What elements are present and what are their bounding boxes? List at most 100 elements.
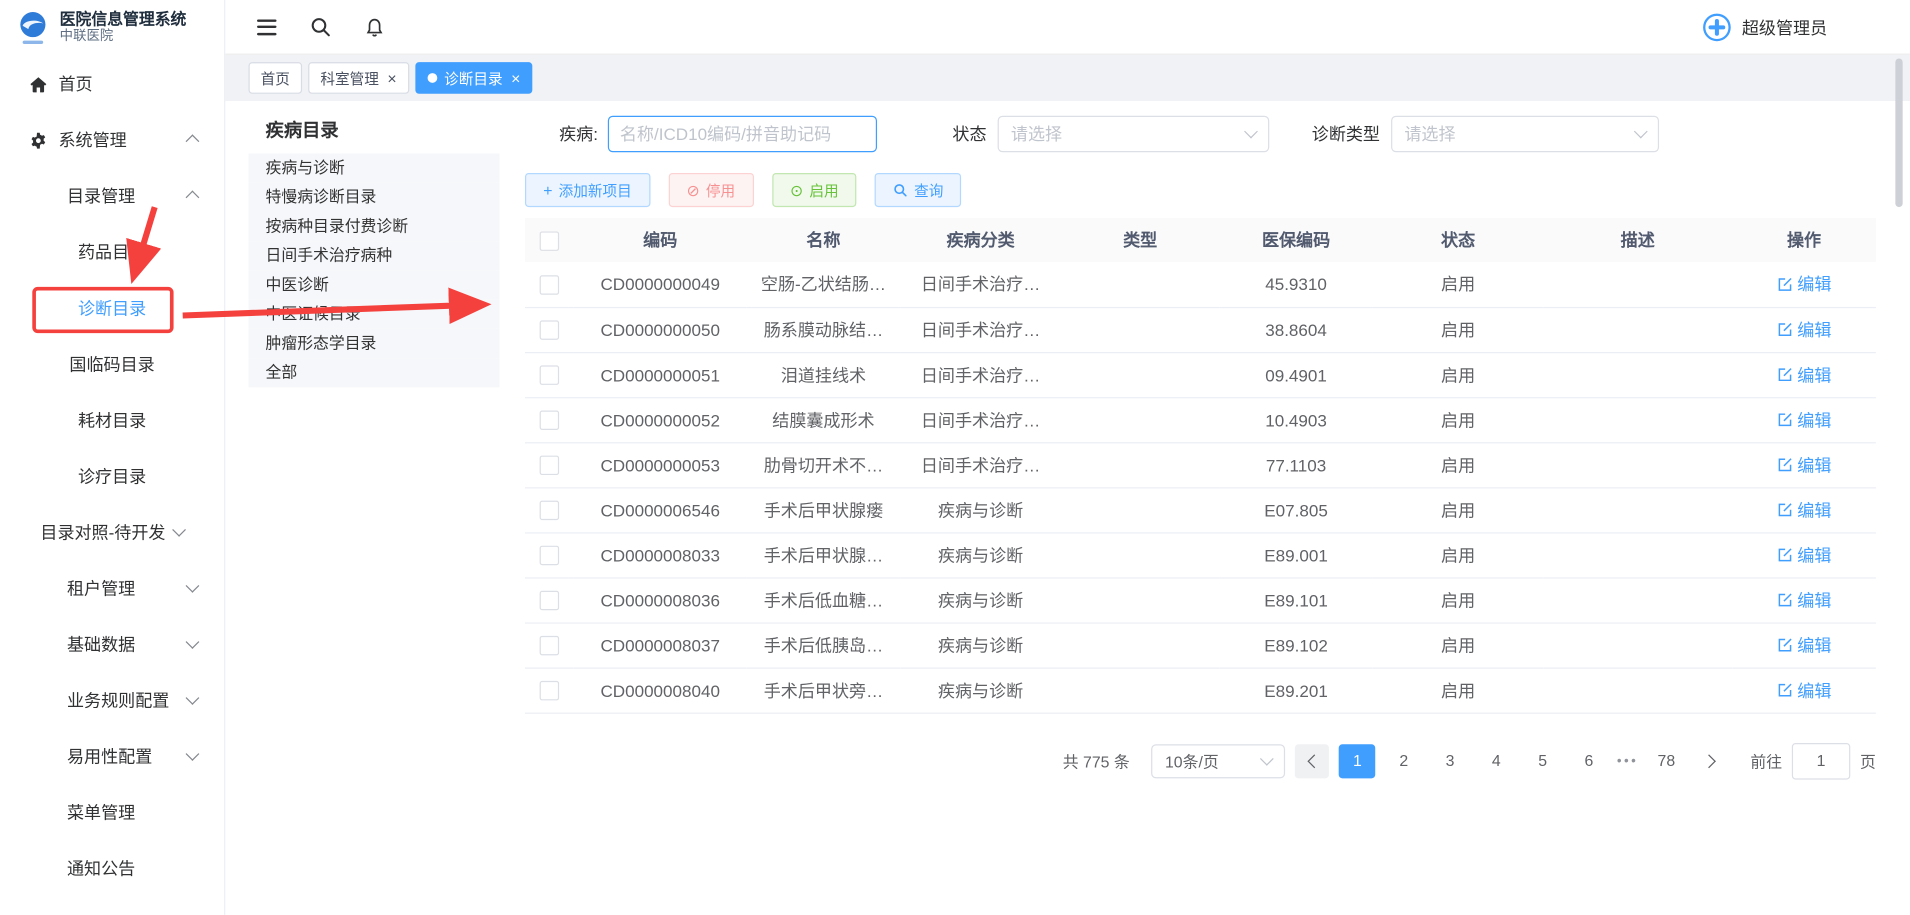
search-icon[interactable]: [309, 16, 331, 38]
sidebar-item-national-code-catalog[interactable]: 国临码目录: [0, 336, 224, 392]
edit-button[interactable]: 编辑: [1777, 407, 1832, 431]
page-size-select[interactable]: 10条/页: [1152, 744, 1286, 778]
collapse-menu-icon[interactable]: [257, 19, 276, 35]
sidebar-item-home[interactable]: 首页: [0, 56, 224, 112]
cell-disease-category: 疾病与诊断: [900, 577, 1061, 622]
cell-status: 启用: [1373, 487, 1544, 532]
cell-disease-category: 日间手术治疗…: [900, 352, 1061, 397]
page-button-2[interactable]: 2: [1385, 744, 1422, 778]
page-button-6[interactable]: 6: [1571, 744, 1608, 778]
sidebar-item-menu-mgmt[interactable]: 菜单管理: [0, 784, 224, 840]
catalog-item[interactable]: 中医诊断: [248, 270, 499, 299]
edit-icon: [1777, 412, 1793, 428]
sidebar-item-catalog-mgmt[interactable]: 目录管理: [0, 168, 224, 224]
tab-department-mgmt[interactable]: 科室管理 ×: [308, 62, 409, 94]
row-checkbox[interactable]: [540, 591, 559, 610]
edit-button[interactable]: 编辑: [1777, 633, 1832, 657]
row-checkbox[interactable]: [540, 321, 559, 340]
edit-icon: [1777, 682, 1793, 698]
cell-status: 启用: [1373, 668, 1544, 713]
catalog-item[interactable]: 中医证候目录: [248, 300, 499, 329]
add-item-button[interactable]: + 添加新项目: [525, 173, 650, 207]
sidebar-item-catalog-mapping[interactable]: 目录对照-待开发: [0, 504, 224, 560]
bell-icon[interactable]: [364, 16, 385, 37]
col-header-code: 编码: [574, 218, 747, 262]
edit-button[interactable]: 编辑: [1777, 362, 1832, 386]
sidebar-item-notice[interactable]: 通知公告: [0, 840, 224, 896]
sidebar-item-treatment-catalog[interactable]: 诊疗目录: [0, 448, 224, 504]
cell-name: 手术后低血糖…: [747, 577, 900, 622]
catalog-item[interactable]: 全部: [248, 358, 499, 387]
tab-diagnosis-catalog[interactable]: 诊断目录 ×: [415, 62, 533, 94]
table-row: CD0000000049 空肠-乙状结肠… 日间手术治疗… 45.9310 启用: [525, 262, 1876, 307]
row-checkbox[interactable]: [540, 636, 559, 655]
chevron-right-icon: [1703, 754, 1717, 768]
cell-insurance-code: E89.001: [1219, 532, 1372, 577]
cell-insurance-code: 45.9310: [1219, 262, 1372, 307]
page-button-78[interactable]: 78: [1648, 744, 1685, 778]
cell-insurance-code: E89.201: [1219, 668, 1372, 713]
status-select[interactable]: 请选择: [997, 116, 1269, 153]
next-page-button[interactable]: [1694, 744, 1728, 778]
cell-insurance-code: E89.102: [1219, 622, 1372, 667]
page-button-3[interactable]: 3: [1432, 744, 1469, 778]
prev-page-button[interactable]: [1295, 744, 1329, 778]
table-row: CD0000008037 手术后低胰岛… 疾病与诊断 E89.102 启用: [525, 622, 1876, 667]
edit-button[interactable]: 编辑: [1777, 498, 1832, 522]
catalog-item[interactable]: 特慢病诊断目录: [248, 183, 499, 212]
sidebar-item-consumables-catalog[interactable]: 耗材目录: [0, 392, 224, 448]
sidebar-menu: 首页 系统管理 目录管理 药品目录 诊断目录 国临码目录: [0, 55, 224, 897]
edit-button[interactable]: 编辑: [1777, 543, 1832, 567]
row-checkbox[interactable]: [540, 411, 559, 430]
close-icon[interactable]: ×: [387, 70, 396, 86]
cell-description: [1543, 307, 1732, 352]
cell-description: [1543, 397, 1732, 442]
table-row: CD0000000053 肋骨切开术不… 日间手术治疗… 77.1103 启用: [525, 442, 1876, 487]
close-icon[interactable]: ×: [511, 70, 520, 86]
row-checkbox[interactable]: [540, 366, 559, 385]
sidebar-item-drug-catalog[interactable]: 药品目录: [0, 224, 224, 280]
cell-description: [1543, 668, 1732, 713]
catalog-item[interactable]: 疾病与诊断: [248, 153, 499, 182]
row-checkbox[interactable]: [540, 275, 559, 294]
disable-button[interactable]: ⊘ 停用: [668, 173, 753, 207]
row-checkbox[interactable]: [540, 546, 559, 565]
user-menu[interactable]: 超级管理员: [1702, 0, 1827, 55]
catalog-item[interactable]: 按病种目录付费诊断: [248, 212, 499, 241]
cell-status: 启用: [1373, 352, 1544, 397]
edit-button[interactable]: 编辑: [1777, 678, 1832, 702]
scrollbar-thumb[interactable]: [1895, 58, 1902, 207]
select-all-checkbox[interactable]: [540, 231, 559, 250]
sidebar-item-usability-config[interactable]: 易用性配置: [0, 728, 224, 784]
row-checkbox[interactable]: [540, 456, 559, 475]
page-button-4[interactable]: 4: [1478, 744, 1515, 778]
goto-page-input[interactable]: [1792, 742, 1850, 779]
enable-button[interactable]: ⊙ 启用: [772, 173, 857, 207]
catalog-item[interactable]: 肿瘤形态学目录: [248, 329, 499, 358]
sidebar-item-system[interactable]: 系统管理: [0, 112, 224, 168]
cell-type: [1061, 307, 1219, 352]
cell-type: [1061, 352, 1219, 397]
edit-button[interactable]: 编辑: [1777, 453, 1832, 477]
pages-ellipsis[interactable]: •••: [1617, 753, 1638, 768]
row-checkbox[interactable]: [540, 681, 559, 700]
edit-icon: [1777, 547, 1793, 563]
tab-home[interactable]: 首页: [248, 62, 302, 94]
disease-search-input[interactable]: [608, 116, 877, 153]
sidebar-item-diagnosis-catalog[interactable]: 诊断目录: [0, 280, 224, 336]
pagination: 共 775 条 10条/页 1 2 3 4 5 6 ••• 78 前往: [525, 742, 1876, 779]
cell-disease-category: 疾病与诊断: [900, 622, 1061, 667]
diagnosis-type-select[interactable]: 请选择: [1391, 116, 1659, 153]
sidebar-item-tenant-mgmt[interactable]: 租户管理: [0, 560, 224, 616]
edit-button[interactable]: 编辑: [1777, 317, 1832, 341]
sidebar-item-business-rules[interactable]: 业务规则配置: [0, 672, 224, 728]
sidebar-item-basic-data[interactable]: 基础数据: [0, 616, 224, 672]
catalog-item[interactable]: 日间手术治疗病种: [248, 241, 499, 270]
row-checkbox[interactable]: [540, 501, 559, 520]
edit-button[interactable]: 编辑: [1777, 272, 1832, 296]
page-button-1[interactable]: 1: [1339, 744, 1376, 778]
page-button-5[interactable]: 5: [1524, 744, 1561, 778]
edit-button[interactable]: 编辑: [1777, 588, 1832, 612]
query-button[interactable]: 查询: [875, 173, 962, 207]
table-row: CD0000000052 结膜囊成形术 日间手术治疗… 10.4903 启用: [525, 397, 1876, 442]
